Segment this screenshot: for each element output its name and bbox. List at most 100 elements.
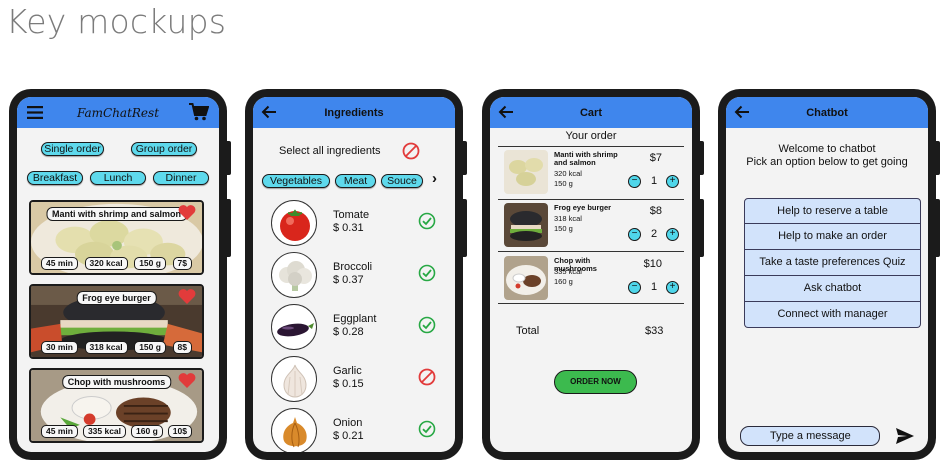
dish-weight: 150 g [134, 257, 166, 270]
dish-time: 30 min [41, 341, 78, 354]
ingredient-row[interactable]: Tomate $ 0.31 [271, 200, 436, 246]
send-icon[interactable] [896, 428, 914, 444]
chatbot-screen: Chatbot Welcome to chatbot Pick an optio… [726, 97, 928, 452]
ingredient-price: $ 0.21 [333, 430, 364, 442]
breakfast-tab[interactable]: Breakfast [27, 171, 83, 185]
eggplant-image [271, 304, 317, 350]
check-circle-icon[interactable] [418, 316, 436, 334]
check-circle-icon[interactable] [418, 212, 436, 230]
dish-weight: 160 g [131, 425, 163, 438]
garlic-image [271, 356, 317, 402]
dish-stats: 30 min 318 kcal 150 g 8$ [41, 341, 192, 354]
option-taste-quiz[interactable]: Take a taste preferences Quiz [744, 250, 921, 276]
ingredient-row[interactable]: Eggplant $ 0.28 [271, 304, 436, 350]
group-order-button[interactable]: Group order [131, 142, 197, 156]
menu-appbar: FamChatRest [17, 97, 219, 128]
total-label: Total [516, 325, 540, 337]
option-reserve-table[interactable]: Help to reserve a table [744, 198, 921, 224]
dish-card[interactable]: Frog eye burger 30 min 318 kcal 150 g 8$ [29, 284, 204, 359]
cart-item: Manti with shrimp and salmon 320 kcal 15… [498, 148, 682, 196]
quantity-value: 1 [650, 281, 658, 293]
brand-title: FamChatRest [76, 105, 160, 120]
more-categories-chevron[interactable]: › [432, 170, 437, 187]
ingredient-row[interactable]: Onion $ 0.21 [271, 408, 436, 452]
category-meat[interactable]: Meat [335, 174, 376, 188]
ingredients-appbar: Ingredients [253, 97, 455, 128]
increase-button[interactable]: + [666, 281, 679, 294]
quantity-stepper: − 2 + [628, 228, 680, 242]
ingredient-name: Tomate [333, 209, 370, 221]
divider [498, 199, 684, 200]
dish-stats: 45 min 320 kcal 150 g 7$ [41, 257, 192, 270]
message-input[interactable]: Type a message [740, 426, 880, 446]
increase-button[interactable]: + [666, 175, 679, 188]
ingredients-screen: Ingredients Select all ingredients Veget… [253, 97, 455, 452]
cart-screen: Cart Your order Manti with shrimp and sa… [490, 97, 692, 452]
decrease-button[interactable]: − [628, 281, 641, 294]
forbidden-icon[interactable] [418, 368, 436, 386]
increase-button[interactable]: + [666, 228, 679, 241]
dish-stats: 45 min 335 kcal 160 g 10$ [41, 425, 192, 438]
phone-menu: FamChatRest Single order Group order Bre… [9, 89, 231, 460]
hamburger-menu-icon[interactable] [27, 106, 43, 119]
dish-price: 7$ [172, 257, 192, 270]
order-now-button[interactable]: ORDER NOW [554, 370, 637, 394]
cart-item-price: $7 [649, 152, 662, 164]
cart-appbar: Cart [490, 97, 692, 128]
phone-cart: Cart Your order Manti with shrimp and sa… [482, 89, 704, 460]
dish-card[interactable]: Chop with mushrooms 45 min 335 kcal 160 … [29, 368, 204, 443]
dish-kcal: 318 kcal [84, 341, 128, 354]
decrease-button[interactable]: − [628, 175, 641, 188]
option-connect-manager[interactable]: Connect with manager [744, 302, 921, 328]
check-circle-icon[interactable] [418, 264, 436, 282]
dish-price: 10$ [167, 425, 192, 438]
total-value: $33 [645, 325, 664, 337]
single-order-button[interactable]: Single order [41, 142, 104, 156]
cart-item-kcal: 318 kcal [554, 214, 582, 223]
quantity-value: 1 [650, 175, 658, 187]
ingredient-price: $ 0.37 [333, 274, 364, 286]
back-arrow-icon[interactable] [498, 104, 514, 120]
divider [498, 146, 684, 147]
divider [498, 303, 684, 304]
screen-title: Ingredients [324, 106, 384, 119]
welcome-message: Welcome to chatbot Pick an option below … [726, 143, 928, 169]
quantity-stepper: − 1 + [628, 281, 680, 295]
broccoli-image [271, 252, 317, 298]
option-make-order[interactable]: Help to make an order [744, 224, 921, 250]
welcome-line-2: Pick an option below to get going [746, 156, 908, 168]
menu-screen: FamChatRest Single order Group order Bre… [17, 97, 219, 452]
forbidden-icon[interactable] [402, 142, 420, 160]
ingredient-price: $ 0.28 [333, 326, 364, 338]
shopping-cart-icon[interactable] [189, 103, 209, 121]
decrease-button[interactable]: − [628, 228, 641, 241]
cart-item-price: $8 [649, 205, 662, 217]
ingredient-row[interactable]: Garlic $ 0.15 [271, 356, 436, 402]
cart-item-name: Frog eye burger [554, 203, 612, 212]
dish-card[interactable]: Manti with shrimp and salmon 45 min 320 … [29, 200, 204, 275]
option-ask-chatbot[interactable]: Ask chatbot [744, 276, 921, 302]
dish-price: 8$ [172, 341, 192, 354]
quantity-value: 2 [650, 228, 658, 240]
quantity-stepper: − 1 + [628, 175, 680, 189]
category-vegetables[interactable]: Vegetables [262, 174, 330, 188]
heart-icon[interactable] [178, 204, 196, 221]
ingredient-row[interactable]: Broccoli $ 0.37 [271, 252, 436, 298]
heart-icon[interactable] [178, 288, 196, 305]
category-souce[interactable]: Souce [381, 174, 423, 188]
heart-icon[interactable] [178, 372, 196, 389]
cart-item-weight: 160 g [554, 277, 573, 286]
select-all-label: Select all ingredients [279, 145, 381, 157]
dinner-tab[interactable]: Dinner [153, 171, 209, 185]
screen-title: Chatbot [806, 106, 848, 119]
dish-weight: 150 g [134, 341, 166, 354]
check-circle-icon[interactable] [418, 420, 436, 438]
screen-title: Cart [579, 106, 602, 119]
welcome-line-1: Welcome to chatbot [778, 143, 876, 155]
tomato-image [271, 200, 317, 246]
cart-item-kcal: 320 kcal [554, 169, 582, 178]
lunch-tab[interactable]: Lunch [90, 171, 146, 185]
ingredient-name: Broccoli [333, 261, 373, 273]
back-arrow-icon[interactable] [734, 104, 750, 120]
back-arrow-icon[interactable] [261, 104, 277, 120]
